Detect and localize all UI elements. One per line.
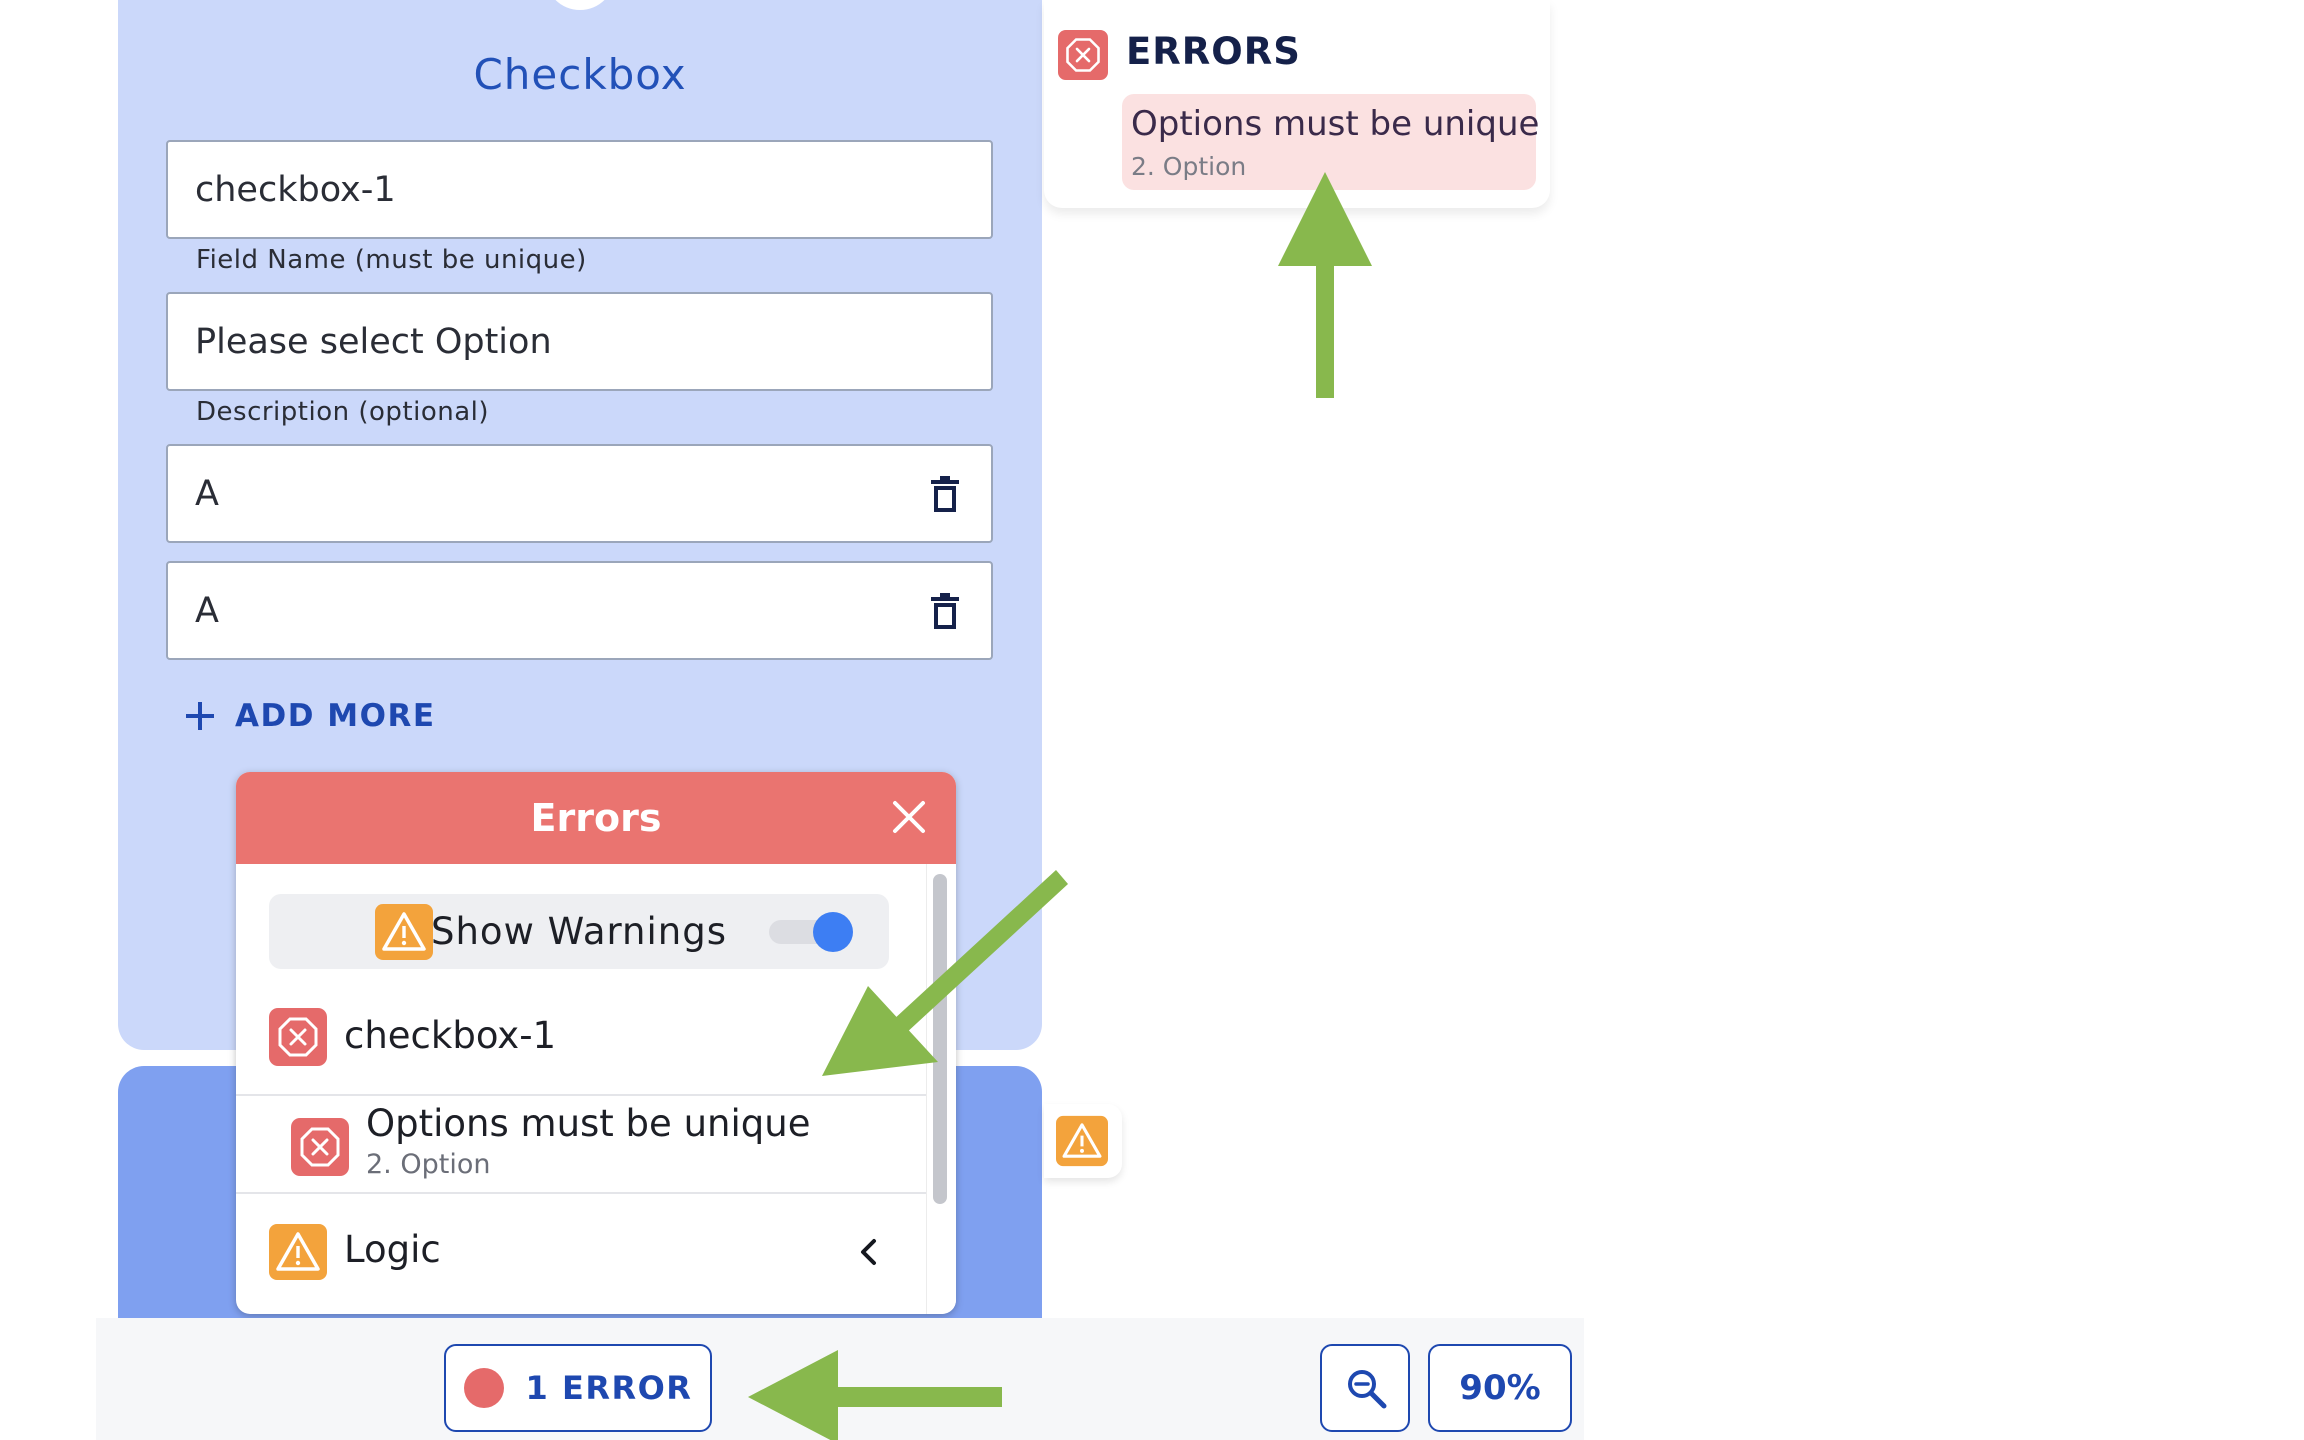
annotation-arrow-left [748, 1350, 1002, 1440]
annotation-arrow-up [1278, 172, 1372, 398]
annotation-arrows [748, 172, 1372, 1440]
annotation-arrow-diagonal [822, 870, 1068, 1076]
